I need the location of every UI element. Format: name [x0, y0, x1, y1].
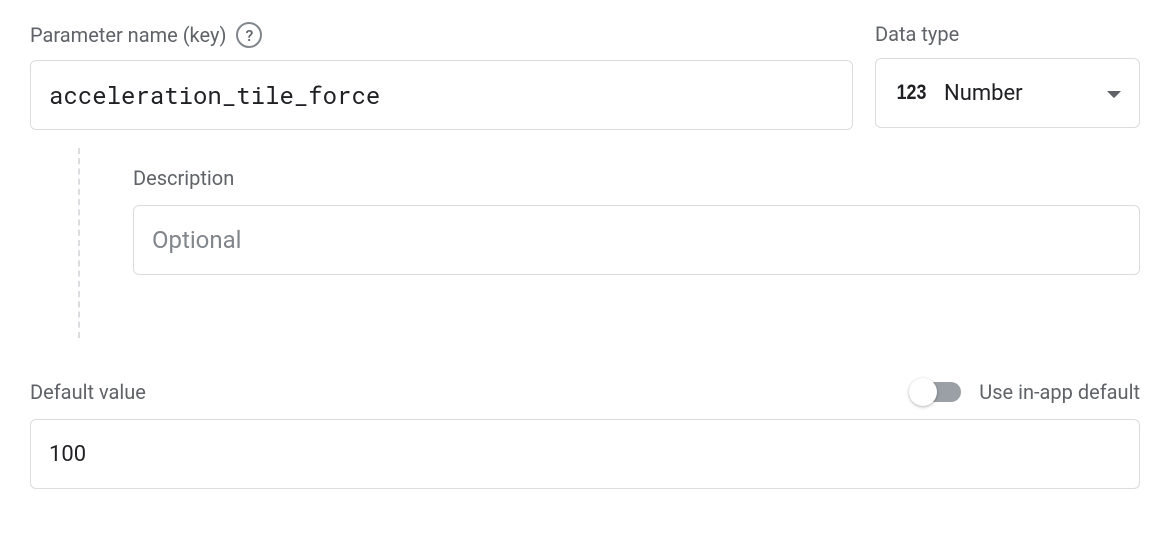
description-input[interactable] — [152, 226, 1121, 254]
toggle-knob — [909, 378, 937, 406]
default-value-input[interactable] — [49, 442, 1121, 467]
in-app-default-toggle[interactable] — [911, 382, 961, 402]
data-type-select[interactable]: 123 Number — [875, 58, 1140, 128]
description-input-container[interactable] — [133, 205, 1140, 275]
parameter-name-value[interactable] — [49, 79, 834, 111]
description-label: Description — [133, 166, 1140, 190]
number-icon: 123 — [897, 81, 927, 105]
parameter-name-input[interactable] — [30, 60, 853, 130]
default-value-label: Default value — [30, 380, 146, 404]
tree-line — [78, 148, 80, 338]
help-icon[interactable]: ? — [236, 22, 262, 48]
default-value-input-container[interactable] — [30, 419, 1140, 489]
chevron-down-icon — [1107, 84, 1121, 103]
parameter-name-label: Parameter name (key) — [30, 23, 226, 47]
in-app-default-label: Use in-app default — [979, 380, 1140, 404]
data-type-value: Number — [944, 81, 1092, 106]
data-type-label: Data type — [875, 22, 959, 46]
